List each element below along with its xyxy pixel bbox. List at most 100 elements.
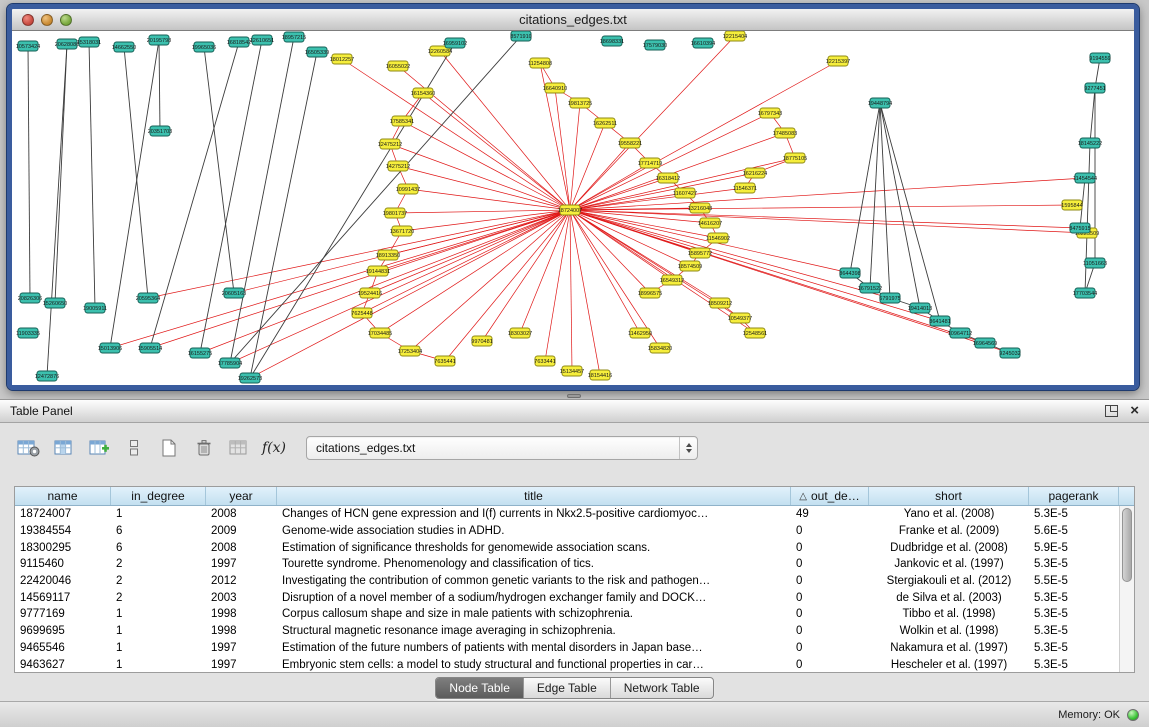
- graph-node[interactable]: 19144831: [366, 266, 390, 276]
- graph-node[interactable]: 16318412: [656, 173, 680, 183]
- cell-year[interactable]: 2003: [206, 592, 277, 604]
- graph-node[interactable]: 16964569: [973, 338, 997, 348]
- graph-edge[interactable]: [520, 210, 570, 333]
- graph-node[interactable]: 17253404: [398, 346, 422, 356]
- graph-node[interactable]: 6791975: [879, 293, 900, 303]
- graph-edge[interactable]: [570, 205, 1072, 210]
- graph-node[interactable]: 8475915: [1069, 223, 1090, 233]
- graph-node[interactable]: 16791522: [858, 283, 882, 293]
- graph-node[interactable]: 12548561: [743, 328, 767, 338]
- table-row[interactable]: 2242004622012Investigating the contribut…: [15, 573, 1134, 590]
- graph-node[interactable]: 20826306: [18, 293, 42, 303]
- cell-in_degree[interactable]: 1: [111, 608, 206, 620]
- graph-edge[interactable]: [570, 210, 1087, 233]
- graph-node[interactable]: 17585341: [390, 116, 414, 126]
- graph-node[interactable]: 7635441: [434, 356, 455, 366]
- graph-edge[interactable]: [880, 103, 920, 308]
- minimize-window-button[interactable]: [41, 14, 53, 26]
- new-document-button[interactable]: [156, 436, 182, 460]
- cell-pagerank[interactable]: 5.3E-5: [1029, 659, 1119, 671]
- graph-node[interactable]: 20628086: [55, 39, 79, 49]
- cell-short[interactable]: Wolkin et al. (1998): [869, 625, 1029, 637]
- graph-node[interactable]: 18724007: [558, 205, 582, 215]
- graph-node[interactable]: 16216224: [743, 168, 767, 178]
- cell-year[interactable]: 1997: [206, 642, 277, 654]
- cell-title[interactable]: Genome-wide association studies in ADHD.: [277, 525, 791, 537]
- cell-name[interactable]: 9463627: [15, 659, 111, 671]
- float-panel-icon[interactable]: [1105, 405, 1118, 417]
- graph-node[interactable]: 19558221: [618, 138, 642, 148]
- graph-node[interactable]: 17785904: [218, 358, 242, 368]
- cell-year[interactable]: 1998: [206, 625, 277, 637]
- graph-node[interactable]: 7625448: [351, 308, 372, 318]
- column-header-pagerank[interactable]: pagerank: [1029, 487, 1119, 505]
- graph-node[interactable]: 17703544: [1073, 288, 1097, 298]
- graph-edge[interactable]: [880, 103, 940, 321]
- graph-node[interactable]: 19801737: [383, 208, 407, 218]
- create-column-button[interactable]: [86, 436, 112, 460]
- graph-edge[interactable]: [148, 210, 570, 298]
- table-row[interactable]: 946554611997Estimation of the future num…: [15, 640, 1134, 657]
- graph-edge[interactable]: [28, 46, 30, 298]
- cell-pagerank[interactable]: 5.3E-5: [1029, 592, 1119, 604]
- graph-node[interactable]: 16154360: [411, 88, 435, 98]
- cell-name[interactable]: 19384554: [15, 525, 111, 537]
- delete-button[interactable]: [191, 436, 217, 460]
- graph-node[interactable]: 16959102: [443, 38, 467, 48]
- cell-year[interactable]: 1997: [206, 659, 277, 671]
- graph-node[interactable]: 12472876: [35, 371, 59, 381]
- graph-node[interactable]: 9970481: [471, 336, 492, 346]
- graph-node[interactable]: 18913350: [376, 250, 400, 260]
- graph-edge[interactable]: [570, 103, 580, 210]
- graph-edge[interactable]: [570, 178, 1085, 210]
- graph-edge[interactable]: [150, 42, 239, 348]
- cell-title[interactable]: Tourette syndrome. Phenomenology and cla…: [277, 558, 791, 570]
- graph-edge[interactable]: [445, 210, 570, 361]
- cell-out_degree[interactable]: 0: [791, 558, 869, 570]
- cell-year[interactable]: 2012: [206, 575, 277, 587]
- graph-node[interactable]: 12610651: [250, 35, 274, 45]
- graph-node[interactable]: 11546371: [733, 183, 757, 193]
- cell-year[interactable]: 1998: [206, 608, 277, 620]
- column-header-name[interactable]: name: [15, 487, 111, 505]
- cell-short[interactable]: Jankovic et al. (1997): [869, 558, 1029, 570]
- graph-node[interactable]: 16549312: [660, 275, 684, 285]
- row-tools-button[interactable]: [121, 436, 147, 460]
- cell-in_degree[interactable]: 1: [111, 508, 206, 520]
- graph-node[interactable]: 18698331: [600, 36, 624, 46]
- graph-node[interactable]: 8571910: [510, 31, 531, 41]
- cell-title[interactable]: Estimation of significance thresholds fo…: [277, 542, 791, 554]
- graph-node[interactable]: 16797343: [758, 108, 782, 118]
- graph-edge[interactable]: [402, 121, 570, 210]
- graph-node[interactable]: 15834820: [648, 343, 672, 353]
- graph-edge[interactable]: [150, 210, 570, 348]
- cell-name[interactable]: 18300295: [15, 542, 111, 554]
- tab-edge-table[interactable]: Edge Table: [524, 678, 611, 698]
- graph-node[interactable]: 19448794: [868, 98, 892, 108]
- graph-node[interactable]: 1595844: [1061, 200, 1082, 210]
- graph-node[interactable]: 9194559: [1089, 53, 1110, 63]
- cell-pagerank[interactable]: 5.6E-5: [1029, 525, 1119, 537]
- cell-name[interactable]: 14569117: [15, 592, 111, 604]
- column-header-out_degree[interactable]: △out_de…: [791, 487, 869, 505]
- cell-out_degree[interactable]: 49: [791, 508, 869, 520]
- close-window-button[interactable]: [22, 14, 34, 26]
- cell-title[interactable]: Corpus callosum shape and size in male p…: [277, 608, 791, 620]
- cell-name[interactable]: 9777169: [15, 608, 111, 620]
- graph-node[interactable]: 18574509: [678, 261, 702, 271]
- graph-edge[interactable]: [570, 123, 605, 210]
- graph-edge[interactable]: [545, 210, 570, 361]
- cell-title[interactable]: Embryonic stem cells: a model to study s…: [277, 659, 791, 671]
- graph-node[interactable]: 16640910: [543, 83, 567, 93]
- graph-edge[interactable]: [570, 210, 890, 298]
- cell-short[interactable]: Hescheler et al. (1997): [869, 659, 1029, 671]
- close-panel-icon[interactable]: ×: [1130, 404, 1139, 418]
- graph-node[interactable]: 16610394: [691, 38, 715, 48]
- graph-node[interactable]: 11051663: [1083, 258, 1107, 268]
- graph-node[interactable]: 19414013: [908, 303, 932, 313]
- graph-node[interactable]: 19005911: [83, 303, 107, 313]
- graph-node[interactable]: 10991437: [396, 184, 420, 194]
- table-row[interactable]: 969969511998Structural magnetic resonanc…: [15, 623, 1134, 640]
- graph-node[interactable]: 18509212: [708, 298, 732, 308]
- graph-node[interactable]: 15905514: [138, 343, 162, 353]
